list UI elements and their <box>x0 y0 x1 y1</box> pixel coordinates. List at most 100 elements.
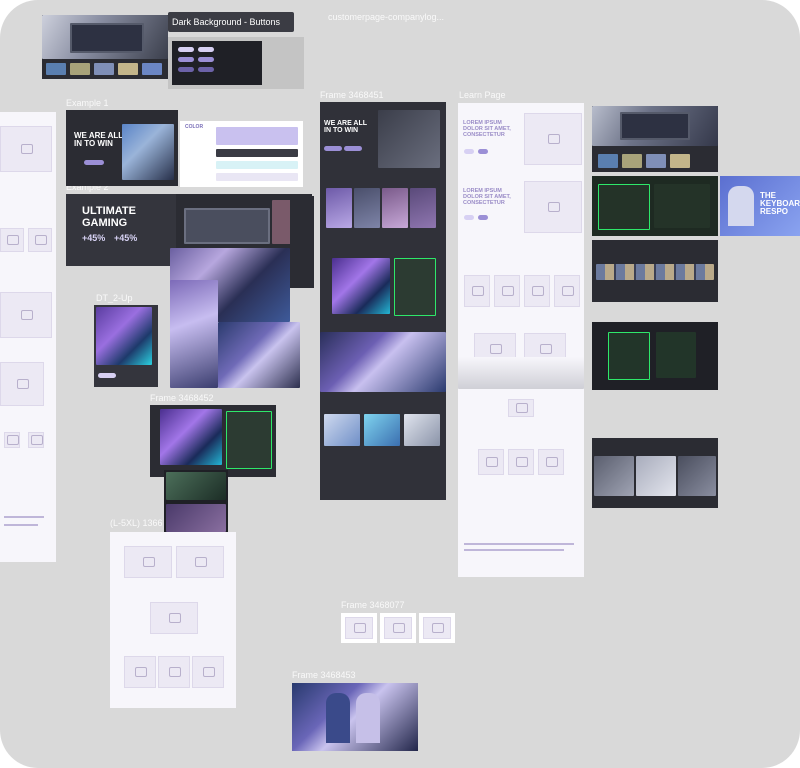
card-image <box>410 188 436 228</box>
frame-3468452[interactable] <box>150 405 276 477</box>
frame-3468077-card[interactable] <box>419 613 455 643</box>
frame-title: Dark Background - Buttons <box>172 17 281 27</box>
swatch <box>216 127 298 145</box>
frame-side-strip[interactable] <box>290 196 314 288</box>
image-placeholder <box>524 113 582 165</box>
learn-headline: LOREM IPSUM DOLOR SIT AMET, CONSECTETUR <box>463 120 511 138</box>
text-line <box>4 516 44 518</box>
frame-label-3468453[interactable]: Frame 3468453 <box>292 670 356 680</box>
image <box>166 472 226 500</box>
frame-example-2[interactable]: ULTIMATE GAMING +45% +45% <box>66 194 178 266</box>
frame-color-swatches[interactable]: COLOR <box>180 121 303 187</box>
image-placeholder <box>124 656 156 688</box>
frame-3468077-card[interactable] <box>341 613 377 643</box>
tile-image <box>46 63 66 75</box>
product-image <box>636 456 676 496</box>
cta-button[interactable] <box>478 215 488 220</box>
frame-dark-buttons[interactable] <box>168 37 304 89</box>
cta-button[interactable] <box>324 146 342 151</box>
cta-button[interactable] <box>464 215 474 220</box>
frame-label-lxl-1366[interactable]: (L-5XL) 1366 <box>110 518 163 528</box>
promo-card <box>598 184 650 230</box>
swatch <box>216 161 298 169</box>
frame-learn-page[interactable]: LOREM IPSUM DOLOR SIT AMET, CONSECTETUR … <box>458 103 584 577</box>
monitor-image <box>620 112 690 140</box>
image-placeholder <box>524 181 582 233</box>
frame-right-green-cards[interactable] <box>592 322 718 390</box>
tile-image <box>622 154 642 168</box>
sample-button[interactable] <box>198 57 214 62</box>
frame-right-hero[interactable] <box>592 106 718 172</box>
frame-right-products[interactable] <box>592 438 718 508</box>
image-placeholder <box>384 617 412 639</box>
image-placeholder <box>478 449 504 475</box>
hero-image <box>160 409 222 465</box>
frame-left-partial-page[interactable] <box>0 112 56 562</box>
frame-label-dt-2-up[interactable]: DT_2-Up <box>96 293 133 303</box>
collage-image <box>218 322 300 388</box>
image-placeholder <box>0 228 24 252</box>
promo-card <box>394 258 436 316</box>
promo-card <box>654 184 710 228</box>
frame-keyboard-banner[interactable]: THE KEYBOARD RESPO <box>720 176 800 236</box>
thumbnail-strip <box>596 264 714 280</box>
frame-label-learn-page[interactable]: Learn Page <box>459 90 506 100</box>
sample-button[interactable] <box>178 57 194 62</box>
cta-button[interactable] <box>98 373 116 378</box>
card-image <box>354 188 380 228</box>
image-placeholder <box>0 292 52 338</box>
image-placeholder <box>192 656 224 688</box>
frame-3468451[interactable]: WE ARE ALL IN TO WIN <box>320 102 446 500</box>
hero-image <box>332 258 390 314</box>
cta-button[interactable] <box>344 146 362 151</box>
hero-image <box>122 124 174 180</box>
design-canvas[interactable]: customerpage-companylog... Example 1 Exa… <box>0 0 800 768</box>
tile-image <box>70 63 90 75</box>
frame-label-3468077[interactable]: Frame 3468077 <box>341 600 405 610</box>
buttons-panel <box>172 41 262 85</box>
sample-button[interactable] <box>178 47 194 52</box>
frame-stacked-images[interactable] <box>164 470 228 534</box>
tile-image <box>364 414 400 446</box>
tile-image <box>94 63 114 75</box>
frame-right-green-promo[interactable] <box>592 176 718 236</box>
learn-headline: LOREM IPSUM DOLOR SIT AMET, CONSECTETUR <box>463 188 511 206</box>
monitor-image <box>184 208 270 244</box>
frame-label-3468452[interactable]: Frame 3468452 <box>150 393 214 403</box>
sample-button[interactable] <box>178 67 194 72</box>
person-image <box>326 693 350 743</box>
image-placeholder <box>524 275 550 307</box>
image-placeholder <box>158 656 190 688</box>
frame-3468077-card[interactable] <box>380 613 416 643</box>
sample-button[interactable] <box>198 47 214 52</box>
frame-3468453[interactable] <box>292 683 418 751</box>
sample-button[interactable] <box>198 67 214 72</box>
cta-button[interactable] <box>478 149 488 154</box>
image-placeholder <box>28 432 44 448</box>
hero-headline: ULTIMATE GAMING <box>82 205 136 229</box>
frame-example-1[interactable]: WE ARE ALL IN TO WIN <box>66 110 178 186</box>
image-placeholder <box>538 449 564 475</box>
image-placeholder <box>464 275 490 307</box>
banner-headline: THE KEYBOARD RESPO <box>760 191 800 216</box>
tile-image <box>404 414 440 446</box>
cta-button[interactable] <box>464 149 474 154</box>
product-image <box>678 456 716 496</box>
promo-card <box>608 332 650 380</box>
card-image <box>382 188 408 228</box>
frame-label-customer-page[interactable]: customerpage-companylog... <box>328 12 444 22</box>
image-placeholder <box>508 449 534 475</box>
frame-gaming-hero-thumb[interactable] <box>42 15 168 79</box>
tile-image <box>670 154 690 168</box>
frame-lxl-1366[interactable] <box>110 532 236 708</box>
frame-right-grid[interactable] <box>592 240 718 302</box>
swatch <box>216 149 298 157</box>
image-placeholder <box>0 362 44 406</box>
frame-label-example-1[interactable]: Example 1 <box>66 98 109 108</box>
frame-label-3468451[interactable]: Frame 3468451 <box>320 90 384 100</box>
frame-dark-buttons-header[interactable]: Dark Background - Buttons <box>168 12 294 32</box>
frame-dt-2-up[interactable] <box>94 305 158 387</box>
cta-button[interactable] <box>84 160 104 165</box>
gradient-divider <box>458 357 584 389</box>
tile-image <box>598 154 618 168</box>
